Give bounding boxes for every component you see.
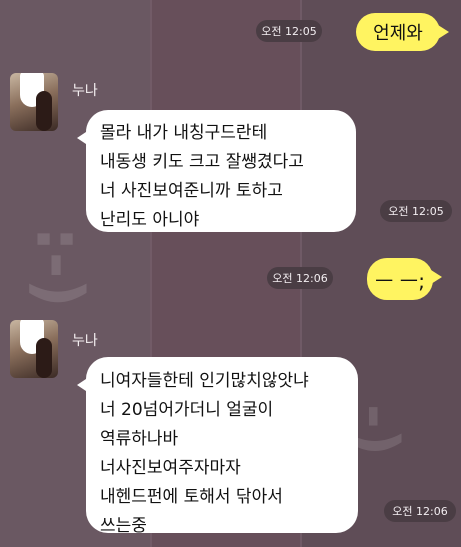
their-message-bubble[interactable]: 몰라 내가 내칭구드란테 내동생 키도 크고 잘쌩겼다고 너 사진보여준니까 토…	[77, 110, 356, 232]
message-text-line: 쓰는중	[100, 516, 147, 536]
message-text-line: 역류하나바	[100, 429, 179, 449]
message-timestamp: 오전 12:05	[256, 20, 322, 42]
message-text: 언제와	[373, 23, 423, 44]
message-text-line: 너사진보여주자마자	[100, 458, 241, 478]
their-message-bubble[interactable]: 니여자들한테 인기많치않앗냐 너 20넘어가더니 얼굴이 역류하나바 너사진보여…	[77, 357, 358, 536]
message-text-line: 몰라 내가 내칭구드란테	[100, 123, 268, 143]
avatar-hair	[36, 91, 52, 131]
message-timestamp: 오전 12:06	[384, 500, 456, 522]
background-emoticon-left: :-)	[21, 226, 96, 308]
sender-name: 누나	[72, 333, 98, 349]
avatar-hair	[36, 338, 52, 378]
bubble-tail	[77, 377, 89, 393]
message-text-line: 너 20넘어가더니 얼굴이	[100, 400, 274, 420]
message-text-line: 내동생 키도 크고 잘쌩겼다고	[100, 152, 304, 172]
sender-name: 누나	[72, 83, 98, 99]
message-text-line: 너 사진보여준니까 토하고	[100, 181, 283, 201]
message-text-line: 난리도 아니야	[100, 210, 200, 230]
my-message-bubble[interactable]: ㅡ ㅡ;	[367, 258, 442, 300]
message-text-line: 니여자들한테 인기많치않앗냐	[100, 371, 309, 391]
message-text: ㅡ ㅡ;	[375, 268, 425, 293]
bubble-tail	[77, 130, 89, 146]
message-timestamp: 오전 12:06	[267, 267, 333, 289]
avatar[interactable]	[10, 73, 58, 131]
bubble-tail	[438, 25, 449, 39]
message-timestamp: 오전 12:05	[380, 200, 452, 222]
message-text-line: 내헨드펀에 토해서 닦아서	[100, 487, 283, 507]
avatar[interactable]	[10, 320, 58, 378]
bubble-tail	[431, 270, 442, 284]
my-message-bubble[interactable]: 언제와	[356, 13, 449, 51]
